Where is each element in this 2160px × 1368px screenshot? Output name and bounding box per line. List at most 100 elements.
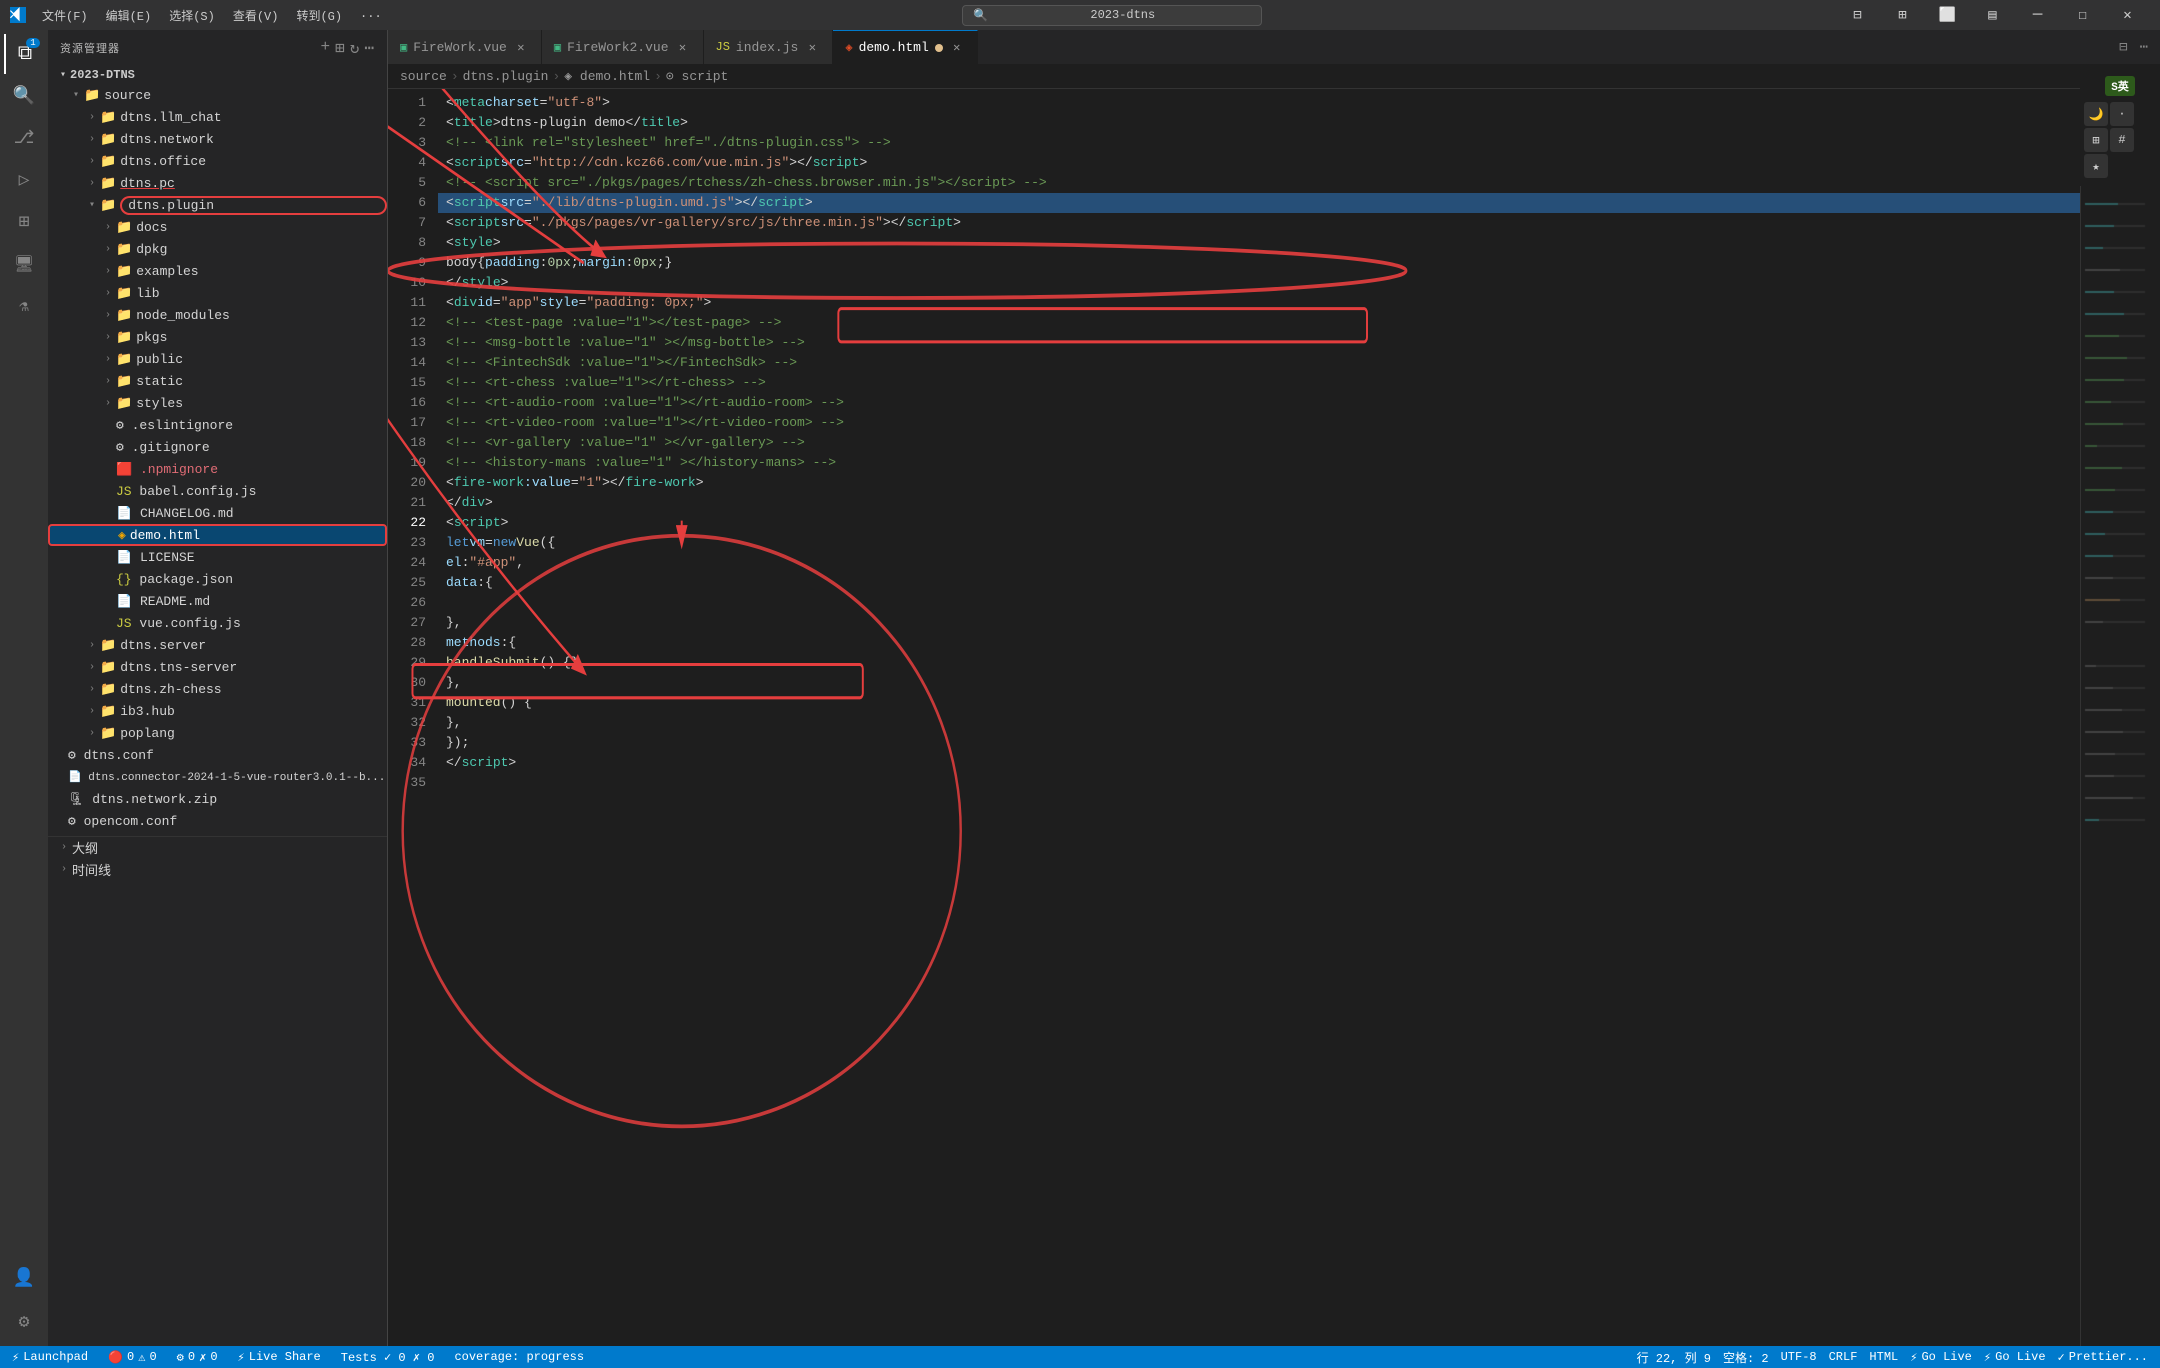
new-file-icon[interactable]: +	[320, 38, 331, 58]
menu-goto[interactable]: 转到(G)	[288, 5, 350, 26]
hash-icon[interactable]: #	[2110, 128, 2134, 152]
layout-icon[interactable]: ⊟	[1835, 0, 1880, 30]
new-folder-icon[interactable]: ⊞	[335, 38, 346, 58]
tree-item-package-json[interactable]: {} package.json	[48, 568, 387, 590]
more-actions-icon[interactable]: ⋯	[2136, 37, 2152, 58]
tree-item-node-modules[interactable]: › 📁 node_modules	[48, 304, 387, 326]
tab-index-js[interactable]: JS index.js ✕	[704, 30, 834, 65]
tree-item-static[interactable]: › 📁 static	[48, 370, 387, 392]
split-editor-icon[interactable]: ⊟	[2115, 37, 2131, 58]
breadcrumb-script[interactable]: ⊙ script	[666, 69, 728, 84]
split-icon[interactable]: ⊞	[1880, 0, 1925, 30]
status-coverage[interactable]: coverage: progress	[450, 1350, 588, 1364]
grid-icon[interactable]: ⊞	[2084, 128, 2108, 152]
breadcrumb-demo-html[interactable]: ◈ demo.html	[564, 69, 650, 84]
tab-close-icon[interactable]: ✕	[513, 39, 529, 55]
status-indent[interactable]: 空格: 2	[1719, 1349, 1773, 1366]
tree-item-license[interactable]: 📄 LICENSE	[48, 546, 387, 568]
activity-item-extensions[interactable]: ⊞	[4, 202, 44, 242]
star-icon[interactable]: ★	[2084, 154, 2108, 178]
tree-item-readme[interactable]: 📄 README.md	[48, 590, 387, 612]
activity-item-settings[interactable]: ⚙	[4, 1302, 44, 1342]
status-tests[interactable]: Tests ✓ 0 ✗ 0	[337, 1350, 439, 1365]
menu-edit[interactable]: 编辑(E)	[98, 5, 160, 26]
search-text[interactable]: 2023-dtns	[994, 8, 1251, 22]
tree-item-ib3-hub[interactable]: › 📁 ib3.hub	[48, 700, 387, 722]
minimize-button[interactable]: ─	[2015, 0, 2060, 30]
status-errors[interactable]: 🔴 0 ⚠ 0	[104, 1350, 161, 1365]
tree-item-babel-config[interactable]: JS babel.config.js	[48, 480, 387, 502]
breadcrumb-dtns-plugin[interactable]: dtns.plugin	[463, 69, 549, 84]
sidebar-icon[interactable]: ▤	[1970, 0, 2015, 30]
tree-item-dtns-network[interactable]: › 📁 dtns.network	[48, 128, 387, 150]
activity-item-source-control[interactable]: ⎇	[4, 118, 44, 158]
tree-item-public[interactable]: › 📁 public	[48, 348, 387, 370]
tree-item-pkgs[interactable]: › 📁 pkgs	[48, 326, 387, 348]
tree-item-dtns-zh-chess[interactable]: › 📁 dtns.zh-chess	[48, 678, 387, 700]
status-position[interactable]: 行 22, 列 9	[1633, 1349, 1715, 1366]
tree-item-dtns-conf[interactable]: ⚙ dtns.conf	[48, 744, 387, 766]
s-icon[interactable]: S英	[2105, 76, 2135, 96]
tree-item-examples[interactable]: › 📁 examples	[48, 260, 387, 282]
status-prettier[interactable]: ✓ Prettier...	[2054, 1349, 2152, 1366]
tree-item-styles[interactable]: › 📁 styles	[48, 392, 387, 414]
collapse-icon[interactable]: ⋯	[364, 38, 375, 58]
tree-item-dtns-network-zip[interactable]: 🗜 dtns.network.zip	[48, 788, 387, 810]
code-content[interactable]: <meta charset="utf-8"><title>dtns-plugin…	[438, 89, 2080, 1346]
status-language[interactable]: HTML	[1865, 1349, 1902, 1366]
activity-item-search[interactable]: 🔍	[4, 76, 44, 116]
status-sync[interactable]: ⚙ 0 ✗ 0	[173, 1350, 222, 1365]
activity-item-remote[interactable]: 🖥	[4, 244, 44, 284]
tree-item-source[interactable]: ▾ 📁 source	[48, 84, 387, 106]
menu-view[interactable]: 查看(V)	[225, 5, 287, 26]
tab-close-icon[interactable]: ✕	[804, 39, 820, 55]
tree-item-lib[interactable]: › 📁 lib	[48, 282, 387, 304]
status-liveshare[interactable]: ⚡ Live Share	[234, 1350, 325, 1365]
tree-item-npmignore[interactable]: 🟥 .npmignore	[48, 458, 387, 480]
tree-item-dtns-pc[interactable]: › 📁 dtns.pc	[48, 172, 387, 194]
tree-item-gitignore[interactable]: ⚙ .gitignore	[48, 436, 387, 458]
breadcrumb-source[interactable]: source	[400, 69, 447, 84]
tree-item-dtns-plugin[interactable]: ▾ 📁 dtns.plugin	[48, 194, 387, 216]
tree-item-vue-config[interactable]: JS vue.config.js	[48, 612, 387, 634]
tree-item-outline[interactable]: › 大纲	[48, 836, 387, 858]
tree-item-eslintignore[interactable]: ⚙ .eslintignore	[48, 414, 387, 436]
panel-icon[interactable]: ⬜	[1925, 0, 1970, 30]
tree-item-dtns-office[interactable]: › 📁 dtns.office	[48, 150, 387, 172]
tree-item-docs[interactable]: › 📁 docs	[48, 216, 387, 238]
tree-item-dtns-connector[interactable]: 📄 dtns.connector-2024-1-5-vue-router3.0.…	[48, 766, 387, 788]
tab-close-icon[interactable]: ✕	[675, 39, 691, 55]
tree-item-poplang[interactable]: › 📁 poplang	[48, 722, 387, 744]
tree-item-opencom-conf[interactable]: ⚙ opencom.conf	[48, 810, 387, 832]
root-folder[interactable]: ▾ 2023-DTNS	[48, 66, 387, 84]
tree-item-dtns-server[interactable]: › 📁 dtns.server	[48, 634, 387, 656]
status-eol[interactable]: CRLF	[1825, 1349, 1862, 1366]
tree-item-timeline[interactable]: › 时间线	[48, 858, 387, 880]
tree-item-dpkg[interactable]: › 📁 dpkg	[48, 238, 387, 260]
maximize-button[interactable]: ☐	[2060, 0, 2105, 30]
tree-item-demo-html[interactable]: ◈ demo.html	[48, 524, 387, 546]
status-encoding[interactable]: UTF-8	[1777, 1349, 1821, 1366]
menu-select[interactable]: 选择(S)	[161, 5, 223, 26]
moon-icon[interactable]: 🌙	[2084, 102, 2108, 126]
close-button[interactable]: ✕	[2105, 0, 2150, 30]
tree-item-changelog[interactable]: 📄 CHANGELOG.md	[48, 502, 387, 524]
status-go-live-1[interactable]: ⚡ Go Live	[1906, 1349, 1976, 1366]
code-editor[interactable]: 1234567891011121314151617181920212223242…	[388, 89, 2080, 1346]
menu-more[interactable]: ...	[352, 5, 390, 26]
tab-firework2-vue[interactable]: ▣ FireWork2.vue ✕	[542, 30, 704, 65]
refresh-icon[interactable]: ↻	[350, 38, 361, 58]
activity-item-run[interactable]: ▷	[4, 160, 44, 200]
activity-item-explorer[interactable]: ⧉ 1	[4, 34, 44, 74]
tree-item-dtns-tns-server[interactable]: › 📁 dtns.tns-server	[48, 656, 387, 678]
activity-item-accounts[interactable]: 👤	[4, 1258, 44, 1298]
dot-icon[interactable]: ·	[2110, 102, 2134, 126]
tab-firework-vue[interactable]: ▣ FireWork.vue ✕	[388, 30, 542, 65]
activity-item-testing[interactable]: ⚗	[4, 286, 44, 326]
tab-demo-html[interactable]: ◈ demo.html ✕	[833, 30, 977, 65]
menu-file[interactable]: 文件(F)	[34, 5, 96, 26]
status-branch[interactable]: ⚡ Launchpad	[8, 1350, 92, 1365]
tab-close-icon[interactable]: ✕	[949, 40, 965, 56]
status-go-live-2[interactable]: ⚡ Go Live	[1980, 1349, 2050, 1366]
tree-item-dtns-llm-chat[interactable]: › 📁 dtns.llm_chat	[48, 106, 387, 128]
